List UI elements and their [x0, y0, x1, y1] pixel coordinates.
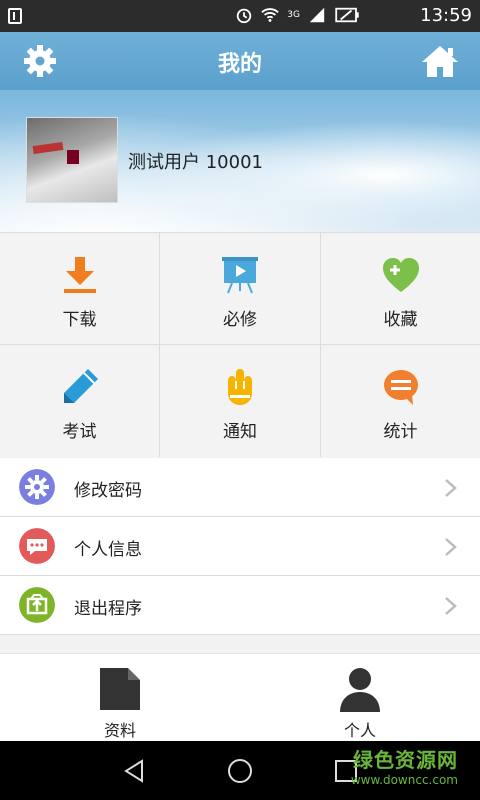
- home-icon[interactable]: [420, 43, 460, 79]
- network-type-label: 3G: [287, 9, 300, 20]
- avatar[interactable]: [26, 117, 118, 203]
- feature-grid: 下载 必修 收藏 考试 通知 统计: [0, 232, 480, 457]
- pencil-icon: [63, 369, 98, 403]
- grid-label: 下载: [62, 310, 97, 330]
- settings-menu: 修改密码 个人信息 退出程序: [0, 458, 480, 635]
- menu-item-personal-info[interactable]: 个人信息: [0, 517, 480, 576]
- grid-item-statistics[interactable]: 统计: [321, 345, 480, 457]
- grid-item-required[interactable]: 必修: [160, 233, 320, 344]
- status-bar: 3G 13:59: [0, 0, 480, 32]
- signal-icon: [309, 7, 325, 23]
- wifi-icon: [261, 8, 280, 22]
- app-header: 我的: [0, 32, 480, 90]
- grid-label: 必修: [223, 310, 257, 330]
- page-title: 我的: [217, 52, 262, 77]
- person-icon: [340, 668, 380, 712]
- grid-item-notice[interactable]: 通知: [160, 345, 320, 457]
- grid-item-exam[interactable]: 考试: [0, 345, 159, 457]
- alarm-icon: [237, 8, 252, 24]
- grid-item-favorites[interactable]: 收藏: [321, 233, 480, 344]
- hand-icon: [228, 369, 252, 405]
- message-icon: [19, 528, 55, 564]
- grid-label: 考试: [62, 422, 97, 442]
- tab-personal[interactable]: 个人: [240, 654, 480, 742]
- exit-icon: [19, 587, 55, 623]
- chevron-right-icon: [445, 479, 457, 497]
- tab-label: 个人: [343, 721, 376, 740]
- watermark-title: 绿色资源网: [353, 748, 458, 772]
- menu-item-exit[interactable]: 退出程序: [0, 576, 480, 635]
- username: 测试用户 10001: [128, 152, 263, 173]
- back-icon[interactable]: [120, 757, 148, 785]
- menu-label: 个人信息: [74, 540, 142, 560]
- bottom-tab-bar: 资料 个人: [0, 653, 480, 741]
- grid-label: 收藏: [383, 310, 418, 330]
- notification-icon: [8, 8, 22, 24]
- grid-label: 统计: [383, 422, 418, 442]
- chat-bubble-icon: [383, 370, 418, 405]
- watermark-url: www.downcc.com: [350, 773, 458, 787]
- tab-label: 资料: [103, 721, 136, 740]
- profile-banner: 测试用户 10001: [0, 90, 480, 232]
- chevron-right-icon: [445, 538, 457, 556]
- download-icon: [63, 257, 96, 293]
- menu-label: 修改密码: [74, 481, 142, 501]
- menu-label: 退出程序: [74, 599, 142, 619]
- divider: [0, 637, 480, 653]
- tab-materials[interactable]: 资料: [0, 654, 240, 742]
- document-icon: [100, 668, 140, 710]
- grid-label: 通知: [223, 422, 257, 442]
- menu-item-change-password[interactable]: 修改密码: [0, 458, 480, 517]
- battery-icon: [335, 7, 359, 23]
- status-icons: 3G: [235, 6, 360, 24]
- grid-item-download[interactable]: 下载: [0, 233, 159, 344]
- chevron-right-icon: [445, 597, 457, 615]
- home-button-icon[interactable]: [226, 757, 254, 785]
- gear-icon: [19, 469, 55, 505]
- video-board-icon: [222, 257, 258, 294]
- clock: 13:59: [420, 5, 472, 26]
- watermark: 绿色资源网 www.downcc.com: [351, 744, 458, 787]
- heart-plus-icon: [382, 258, 419, 292]
